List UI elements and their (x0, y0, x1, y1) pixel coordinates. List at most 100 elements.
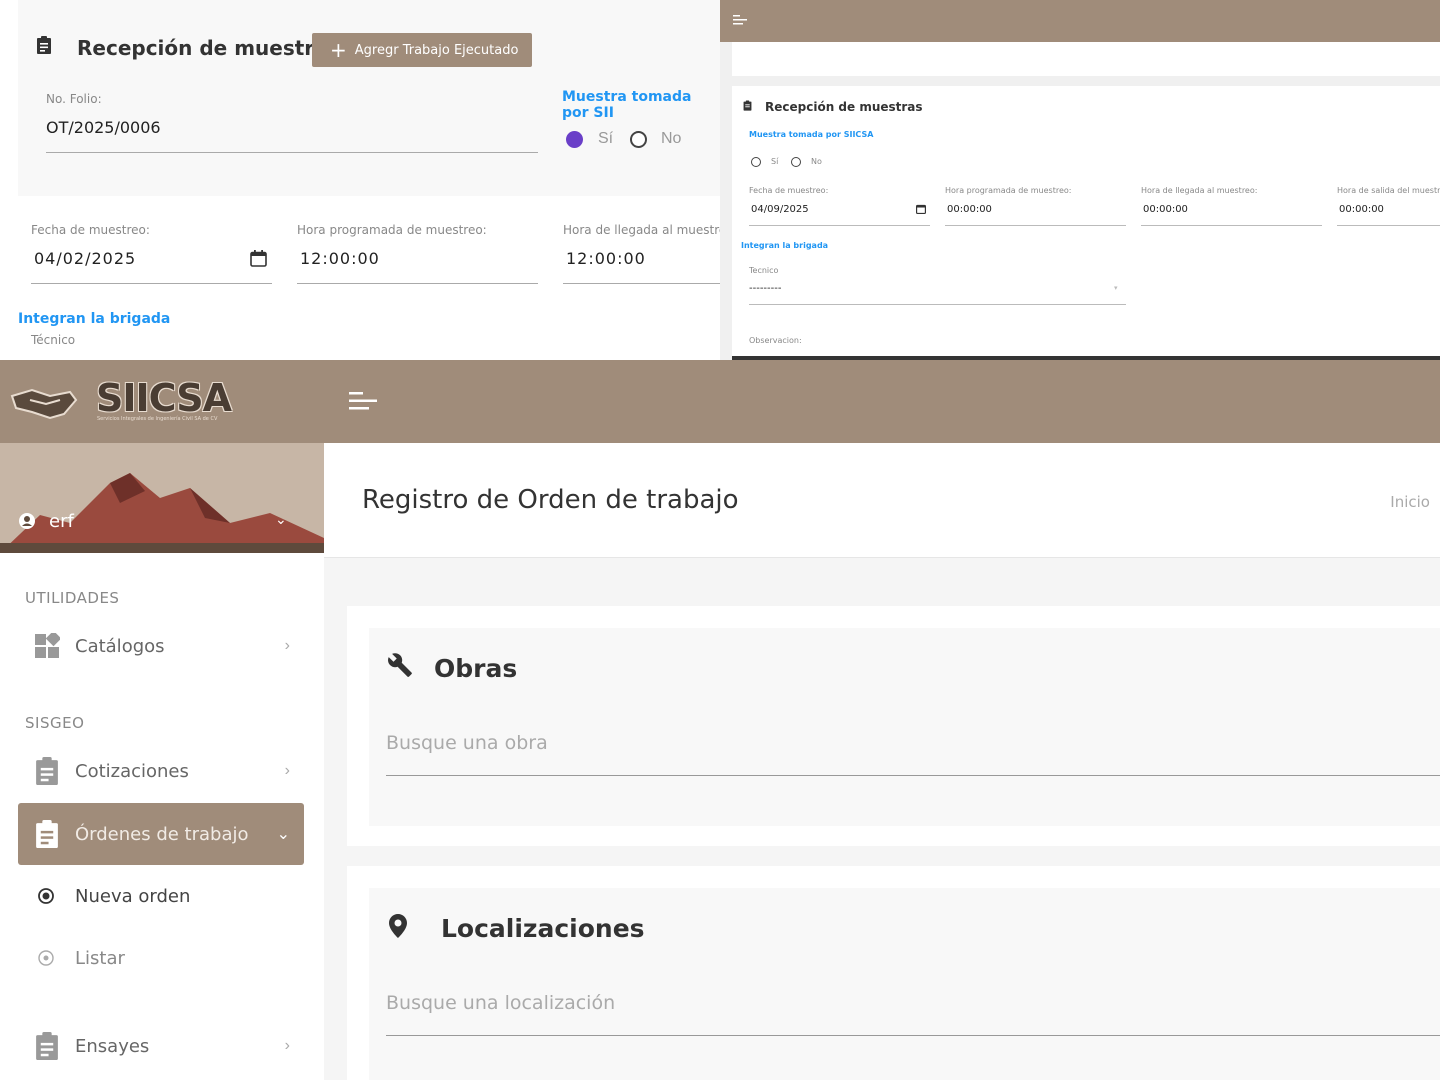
sidebar-item-nueva-orden[interactable]: Nueva orden (18, 865, 304, 927)
section-sisgeo: SISGEO (25, 714, 85, 732)
date-underline (749, 225, 930, 226)
sidebar-item-label: Órdenes de trabajo (75, 823, 249, 845)
tech-select[interactable]: --------- (749, 283, 781, 294)
radio-yes[interactable] (751, 157, 761, 167)
brigade-heading: Integran la brigada (18, 311, 171, 327)
arrival-label: Hora de llegada al muestre (563, 223, 720, 237)
obras-card: Obras Busque una obra (347, 606, 1440, 846)
widgets-icon (35, 633, 60, 658)
chevron-right-icon: › (284, 637, 290, 654)
add-work-button[interactable]: + Agregr Trabajo Ejecutado (312, 33, 532, 67)
clipboard-icon (36, 1032, 58, 1060)
chevron-right-icon: › (284, 1037, 290, 1054)
tech-label: Técnico (31, 333, 76, 347)
recepcion-card (732, 86, 1440, 360)
recepcion-form-overview: Recepción de muestras Muestra tomada por… (720, 0, 1440, 360)
brigade-heading: Integran la brigada (741, 241, 829, 250)
sidebar-item-listar[interactable]: Listar (18, 927, 304, 989)
page-header: Registro de Orden de trabajo Inicio (324, 443, 1440, 558)
arrival-underline (563, 283, 720, 284)
date-label: Fecha de muestreo: (749, 186, 829, 195)
arrival-input[interactable]: 12:00:00 (566, 249, 646, 268)
radio-dot-icon (38, 888, 54, 904)
date-label: Fecha de muestreo: (31, 223, 150, 237)
header-strip (732, 42, 1440, 76)
sched-input[interactable]: 12:00:00 (300, 249, 380, 268)
chevron-down-icon[interactable]: ▾ (1114, 284, 1118, 292)
user-name: erf (49, 511, 74, 532)
orden-trabajo-page: SIICSA Servicios Integrales de Ingenierí… (0, 360, 1440, 1080)
clipboard-icon (36, 757, 58, 785)
obras-search-input[interactable]: Busque una obra (386, 732, 548, 754)
arrival-underline (1141, 225, 1322, 226)
tech-label: Tecnico (749, 266, 779, 275)
radio-yes[interactable] (566, 131, 583, 148)
localizaciones-inner: Localizaciones Busque una localización (369, 888, 1440, 1080)
section-title: Recepción de muestras (765, 100, 923, 114)
menu-icon[interactable] (733, 14, 747, 26)
logo-text: SIICSA (96, 376, 232, 420)
departure-label: Hora de salida del muestreo (1337, 186, 1440, 195)
recepcion-form-zoomed: Recepción de muestras + Agregr Trabajo E… (0, 0, 720, 360)
departure-input[interactable]: 00:00:00 (1339, 204, 1384, 215)
sidebar-item-label: Cotizaciones (75, 760, 189, 782)
breadcrumb[interactable]: Inicio (1390, 493, 1430, 511)
menu-icon[interactable] (349, 390, 377, 412)
location-pin-icon (389, 914, 407, 938)
localizacion-search-underline (386, 1035, 1440, 1036)
handshake-logo-icon (10, 388, 78, 420)
radio-yes-label: Sí (771, 157, 779, 166)
radio-no[interactable] (791, 157, 801, 167)
clipboard-icon (743, 100, 752, 111)
sched-underline (297, 283, 538, 284)
calendar-icon[interactable] (916, 204, 926, 214)
date-underline (31, 283, 272, 284)
obras-title: Obras (434, 654, 518, 683)
sidebar-item-catalogos[interactable]: Catálogos › (18, 615, 304, 677)
sched-input[interactable]: 00:00:00 (947, 204, 992, 215)
departure-underline (1337, 225, 1440, 226)
section-utilidades: UTILIDADES (25, 589, 120, 607)
top-bar (720, 0, 1440, 42)
clipboard-icon (37, 36, 51, 54)
radio-yes-label: Sí (598, 130, 614, 147)
folio-input[interactable]: OT/2025/0006 (46, 118, 161, 137)
radio-no[interactable] (630, 131, 647, 148)
chevron-right-icon: › (284, 762, 290, 779)
radio-no-label: No (811, 157, 822, 166)
user-icon (19, 513, 35, 529)
sidebar-item-ordenes[interactable]: Órdenes de trabajo ⌄ (18, 803, 304, 865)
calendar-icon[interactable] (250, 250, 267, 267)
obras-inner: Obras Busque una obra (369, 628, 1440, 826)
sidebar-item-cotizaciones[interactable]: Cotizaciones › (18, 740, 304, 802)
sched-label: Hora programada de muestreo: (945, 186, 1072, 195)
radio-no-label: No (661, 130, 682, 147)
sidebar-item-label: Listar (75, 947, 125, 969)
section-title: Recepción de muestras (77, 36, 340, 60)
logo-subtext: Servicios Integrales de Ingeniería Civil… (97, 416, 218, 422)
obs-label: Observacion: (749, 336, 802, 345)
arrival-input[interactable]: 00:00:00 (1143, 204, 1188, 215)
logo-area[interactable]: SIICSA Servicios Integrales de Ingenierí… (0, 360, 324, 443)
sidebar-item-label: Catálogos (75, 635, 165, 657)
localizaciones-title: Localizaciones (441, 914, 645, 943)
sidebar-item-label: Ensayes (75, 1035, 150, 1057)
sample-taken-heading: Muestra tomada por SIICSA (749, 130, 874, 139)
chevron-down-icon[interactable]: ⌄ (275, 511, 287, 528)
radio-dot-icon (38, 950, 54, 966)
folio-label: No. Folio: (46, 92, 102, 106)
user-panel[interactable]: erf ⌄ (0, 443, 324, 553)
obras-search-underline (386, 775, 1440, 776)
add-work-label: Agregr Trabajo Ejecutado (354, 42, 519, 58)
plus-icon: + (330, 38, 347, 62)
sidebar-item-ensayes[interactable]: Ensayes › (18, 1015, 304, 1077)
sched-underline (945, 225, 1126, 226)
sidebar-item-label: Nueva orden (75, 885, 191, 907)
date-input[interactable]: 04/02/2025 (34, 249, 136, 268)
arrival-label: Hora de llegada al muestreo: (1141, 186, 1258, 195)
sched-label: Hora programada de muestreo: (297, 223, 487, 237)
localizacion-search-input[interactable]: Busque una localización (386, 992, 615, 1014)
clipboard-icon (36, 820, 58, 848)
top-bar (324, 360, 1440, 443)
date-input[interactable]: 04/09/2025 (751, 204, 809, 215)
